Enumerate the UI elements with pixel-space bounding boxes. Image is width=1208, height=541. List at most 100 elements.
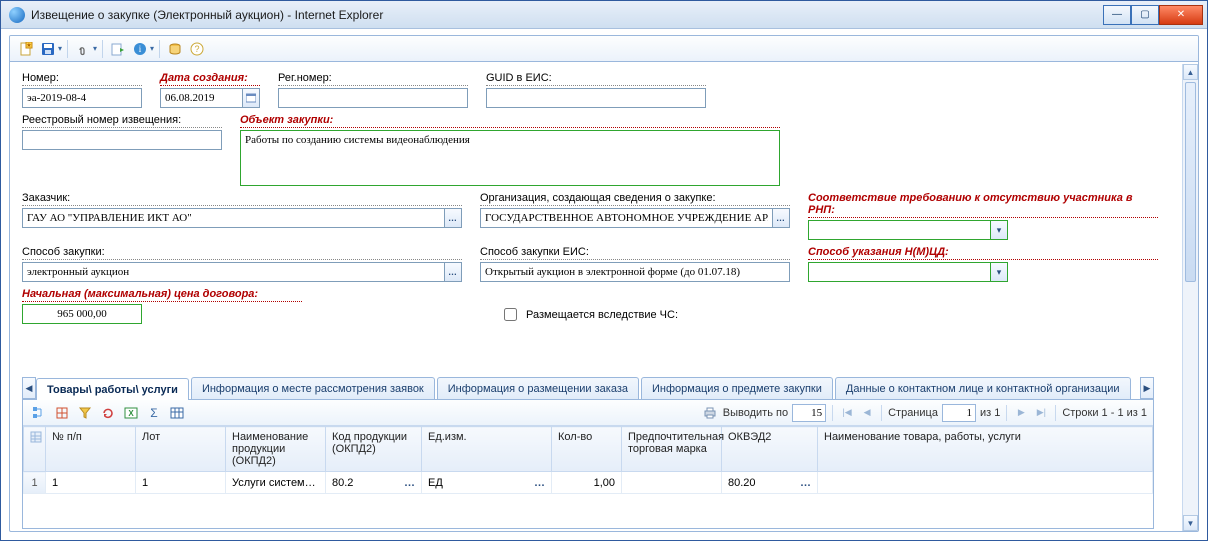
first-page-button[interactable]: |◀ [839,405,855,421]
nmcd-dropdown-button[interactable]: ▾ [990,262,1008,282]
minimize-button[interactable]: — [1103,5,1131,25]
scroll-up-icon[interactable]: ▲ [1183,64,1198,80]
rows-info-label: Строки 1 - 1 из 1 [1062,407,1147,419]
tab-subject[interactable]: Информация о предмете закупки [641,377,833,399]
method-input[interactable] [22,262,444,282]
cell-unit[interactable]: ЕД… [422,472,552,494]
unit-lookup-icon[interactable]: … [534,477,545,489]
tab-contact[interactable]: Данные о контактном лице и контактной ор… [835,377,1131,399]
tab-placement[interactable]: Информация о размещении заказа [437,377,639,399]
grid-refresh-button[interactable] [98,403,118,423]
prev-page-button[interactable]: ◀ [859,405,875,421]
attach-button[interactable] [73,39,93,59]
page-input[interactable] [942,404,976,422]
col-qty[interactable]: Кол-во [552,427,622,472]
col-brand[interactable]: Предпочтительная торговая марка [622,427,722,472]
info-button[interactable]: i [130,39,150,59]
maximize-button[interactable]: ▢ [1131,5,1159,25]
cell-okved[interactable]: 80.20… [722,472,818,494]
nmcd-label: Способ указания Н(М)ЦД: [808,246,1158,260]
next-page-button[interactable]: ▶ [1013,405,1029,421]
cell-name[interactable] [818,472,1153,494]
send-button[interactable] [108,39,128,59]
customer-input[interactable] [22,208,444,228]
okved-lookup-icon[interactable]: … [800,477,811,489]
guid-input[interactable] [486,88,706,108]
main-toolbar: ★ ▾ ▾ i ▾ ? [10,36,1198,62]
customer-lookup-button[interactable]: … [444,208,462,228]
save-button[interactable] [38,39,58,59]
registry-number-input[interactable] [22,130,222,150]
number-input[interactable] [22,88,142,108]
rnp-input[interactable] [808,220,990,240]
page-of-label: из 1 [980,407,1000,419]
svg-text:?: ? [195,44,200,54]
ie-icon [9,7,25,23]
cell-brand[interactable] [622,472,722,494]
start-price-label: Начальная (максимальная) цена договора: [22,288,302,302]
tab-scroll-right[interactable]: ▶ [1140,377,1154,399]
help-button[interactable]: ? [187,39,207,59]
col-name[interactable]: Наименование товара, работы, услуги [818,427,1153,472]
reg-number-input[interactable] [278,88,468,108]
data-grid: № п/п Лот Наименование продукции (ОКПД2)… [23,426,1153,494]
table-row[interactable]: 1 1 1 Услуги систем… 80.2… ЕД… 1,00 80.2… [24,472,1153,494]
tab-goods[interactable]: Товары\ работы\ услуги [36,378,189,400]
attach-dropdown-icon[interactable]: ▾ [93,44,97,53]
create-date-input[interactable] [160,88,242,108]
grid-corner[interactable] [24,427,46,472]
close-button[interactable]: ✕ [1159,5,1203,25]
col-npp[interactable]: № п/п [46,427,136,472]
rnp-dropdown-button[interactable]: ▾ [990,220,1008,240]
cell-prod-code[interactable]: 80.2… [326,472,422,494]
tab-review-place[interactable]: Информация о месте рассмотрения заявок [191,377,435,399]
emergency-label: Размещается вследствие ЧС: [526,309,678,321]
last-page-button[interactable]: ▶| [1033,405,1049,421]
form-area: Номер: Дата создания: Рег.номер: GUID в … [10,64,1182,531]
customer-label: Заказчик: [22,192,462,206]
start-price-input[interactable] [22,304,142,324]
tab-strip: ◀ Товары\ работы\ услуги Информация о ме… [22,376,1154,400]
nmcd-input[interactable] [808,262,990,282]
reg-number-label: Рег.номер: [278,72,468,86]
db-button[interactable] [165,39,185,59]
tab-scroll-left[interactable]: ◀ [22,377,36,399]
col-prod-name[interactable]: Наименование продукции (ОКПД2) [226,427,326,472]
col-prod-code[interactable]: Код продукции (ОКПД2) [326,427,422,472]
output-label: Выводить по [723,407,788,419]
grid-print-button[interactable] [700,403,720,423]
grid-delete-button[interactable] [52,403,72,423]
grid-filter-button[interactable] [75,403,95,423]
prod-code-lookup-icon[interactable]: … [404,477,415,489]
save-dropdown-icon[interactable]: ▾ [58,44,62,53]
method-eis-input[interactable] [480,262,790,282]
window-title: Извещение о закупке (Электронный аукцион… [31,8,1103,22]
grid-tree-button[interactable] [29,403,49,423]
cell-lot[interactable]: 1 [136,472,226,494]
col-unit[interactable]: Ед.изм. [422,427,552,472]
method-lookup-button[interactable]: … [444,262,462,282]
cell-qty[interactable]: 1,00 [552,472,622,494]
grid-excel-button[interactable]: X [121,403,141,423]
calendar-icon[interactable] [242,88,260,108]
emergency-checkbox[interactable] [504,308,517,321]
cell-prod-name[interactable]: Услуги систем… [226,472,326,494]
purchase-object-input[interactable]: Работы по созданию системы видеонаблюден… [240,130,780,186]
page-size-input[interactable] [792,404,826,422]
emergency-checkbox-wrap[interactable]: Размещается вследствие ЧС: [500,305,900,324]
scroll-down-icon[interactable]: ▼ [1183,515,1198,531]
org-input[interactable] [480,208,772,228]
create-date-label: Дата создания: [160,72,260,86]
col-lot[interactable]: Лот [136,427,226,472]
org-lookup-button[interactable]: … [772,208,790,228]
rnp-label: Соответствие требованию к отсутствию уча… [808,192,1158,218]
scroll-thumb[interactable] [1185,82,1196,282]
col-okved[interactable]: ОКВЭД2 [722,427,818,472]
grid-columns-button[interactable] [167,403,187,423]
cell-npp[interactable]: 1 [46,472,136,494]
number-label: Номер: [22,72,142,86]
grid-sum-button[interactable]: Σ [144,403,164,423]
new-doc-button[interactable]: ★ [16,39,36,59]
vertical-scrollbar[interactable]: ▲ ▼ [1182,64,1198,531]
info-dropdown-icon[interactable]: ▾ [150,44,154,53]
